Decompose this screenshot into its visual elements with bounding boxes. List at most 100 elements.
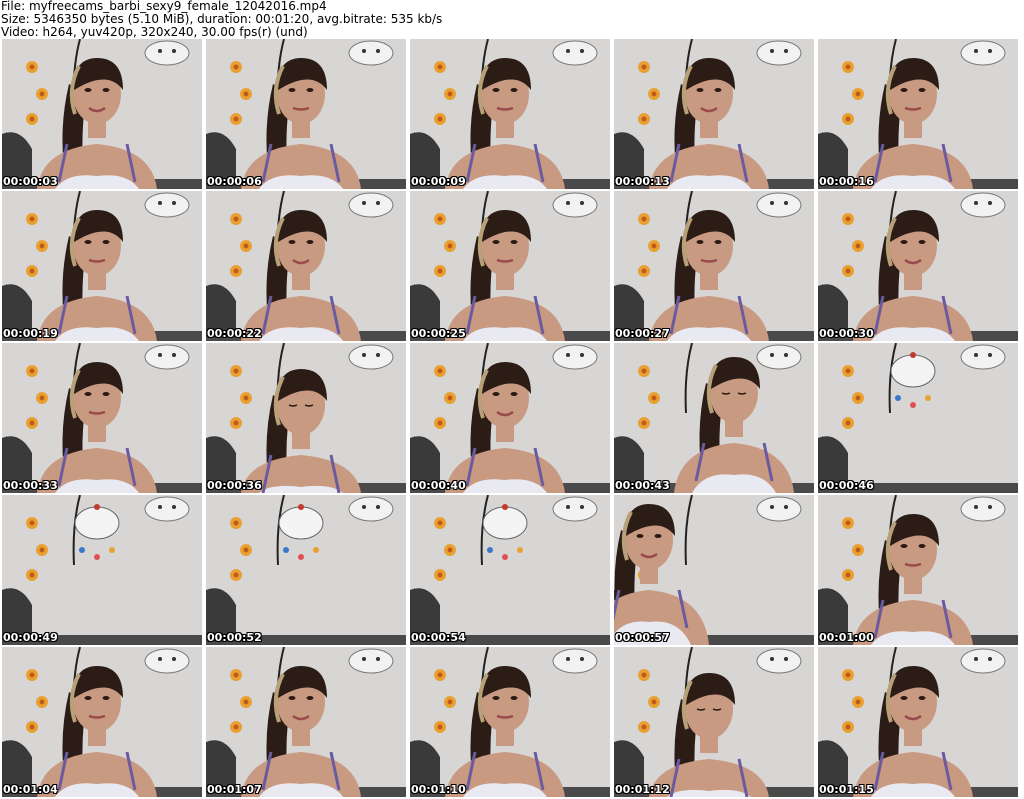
eye — [900, 88, 908, 92]
flower-center — [243, 395, 249, 401]
flower-center — [29, 64, 35, 70]
flower-center — [39, 547, 45, 553]
tulip-sticker — [517, 547, 523, 553]
flower-center — [855, 91, 861, 97]
puppy-drawing — [348, 648, 394, 674]
flower-center — [233, 64, 239, 70]
video-thumbnail: 00:01:10 — [410, 647, 610, 797]
flower-center — [641, 216, 647, 222]
eye — [900, 696, 908, 700]
thumbnail-frame-image — [2, 191, 202, 341]
flower-center — [233, 572, 239, 578]
flower-center — [641, 116, 647, 122]
eye — [492, 392, 500, 396]
video-thumbnail: 00:00:03 — [2, 39, 202, 189]
thumbnail-frame-image — [614, 343, 814, 493]
flower-center — [243, 699, 249, 705]
thumbnail-frame-image — [206, 343, 406, 493]
flower-center — [855, 699, 861, 705]
video-thumbnail: 00:00:27 — [614, 191, 814, 341]
flower-center — [447, 547, 453, 553]
flower-center — [641, 268, 647, 274]
puppy-eye — [172, 201, 176, 205]
flower-center — [437, 368, 443, 374]
puppy-eye — [784, 657, 788, 661]
puppy-eye — [362, 49, 366, 53]
thumbnail-timestamp: 00:00:22 — [207, 327, 262, 340]
puppy-drawing — [756, 648, 802, 674]
flower-center — [845, 572, 851, 578]
video-thumbnail: 00:00:13 — [614, 39, 814, 189]
flower-center — [437, 216, 443, 222]
flower-center — [29, 420, 35, 426]
puppy-bow — [910, 352, 916, 358]
puppy-drawing — [960, 40, 1006, 66]
puppy-eye — [784, 353, 788, 357]
puppy-eye — [362, 353, 366, 357]
eye — [102, 240, 110, 244]
flower-center — [855, 395, 861, 401]
flower-center — [845, 672, 851, 678]
puppy-bow — [94, 504, 100, 510]
flower-center — [651, 395, 657, 401]
puppy-eye — [362, 201, 366, 205]
puppy-drawing — [552, 40, 598, 66]
puppy-eye — [158, 505, 162, 509]
puppy-drawing — [348, 344, 394, 370]
eye — [918, 544, 926, 548]
video-info-line: Video: h264, yuv420p, 320x240, 30.00 fps… — [1, 26, 308, 39]
puppy-eye — [376, 505, 380, 509]
flower-center — [39, 699, 45, 705]
thumbnail-frame-image — [614, 647, 814, 797]
thumbnail-frame-image — [614, 495, 814, 645]
flower-center — [29, 268, 35, 274]
file-name-line: File: myfreecams_barbi_sexy9_female_1204… — [1, 0, 327, 13]
tulip-sticker — [94, 554, 100, 560]
thumbnail-frame-image — [818, 647, 1018, 797]
video-thumbnail: 00:00:22 — [206, 191, 406, 341]
puppy-eye — [580, 49, 584, 53]
thumbnail-timestamp: 00:01:10 — [411, 783, 466, 796]
eye — [714, 88, 722, 92]
eye — [288, 240, 296, 244]
video-thumbnail: 00:00:33 — [2, 343, 202, 493]
tulip-sticker — [910, 402, 916, 408]
thumbnail-frame-image — [410, 191, 610, 341]
thumbnail-timestamp: 00:00:52 — [207, 631, 262, 644]
video-thumbnail: 00:00:36 — [206, 343, 406, 493]
puppy-eye — [172, 505, 176, 509]
eye — [102, 88, 110, 92]
eye — [510, 392, 518, 396]
thumbnail-timestamp: 00:00:09 — [411, 175, 466, 188]
puppy-eye — [988, 201, 992, 205]
eye — [510, 240, 518, 244]
flower-center — [437, 572, 443, 578]
puppy-eye — [376, 353, 380, 357]
flower-center — [641, 368, 647, 374]
video-thumbnail: 00:00:52 — [206, 495, 406, 645]
video-thumbnail: 00:01:07 — [206, 647, 406, 797]
thumbnail-frame-image — [206, 39, 406, 189]
flower-center — [845, 64, 851, 70]
thumbnail-timestamp: 00:00:33 — [3, 479, 58, 492]
thumbnail-timestamp: 00:00:13 — [615, 175, 670, 188]
flower-center — [651, 699, 657, 705]
flower-center — [845, 724, 851, 730]
tulip-sticker — [487, 547, 493, 553]
puppy-drawing — [552, 648, 598, 674]
puppy-drawing — [756, 344, 802, 370]
flower-center — [641, 724, 647, 730]
tulip-sticker — [283, 547, 289, 553]
puppy-eye — [566, 353, 570, 357]
thumbnail-frame-image — [410, 495, 610, 645]
puppy-eye — [158, 657, 162, 661]
eye — [84, 240, 92, 244]
eye — [306, 88, 314, 92]
tulip-sticker — [109, 547, 115, 553]
puppy-drawing — [144, 344, 190, 370]
thumbnail-timestamp: 00:01:12 — [615, 783, 670, 796]
flower-center — [437, 520, 443, 526]
puppy-eye — [988, 49, 992, 53]
flower-center — [651, 91, 657, 97]
video-thumbnail: 00:00:49 — [2, 495, 202, 645]
